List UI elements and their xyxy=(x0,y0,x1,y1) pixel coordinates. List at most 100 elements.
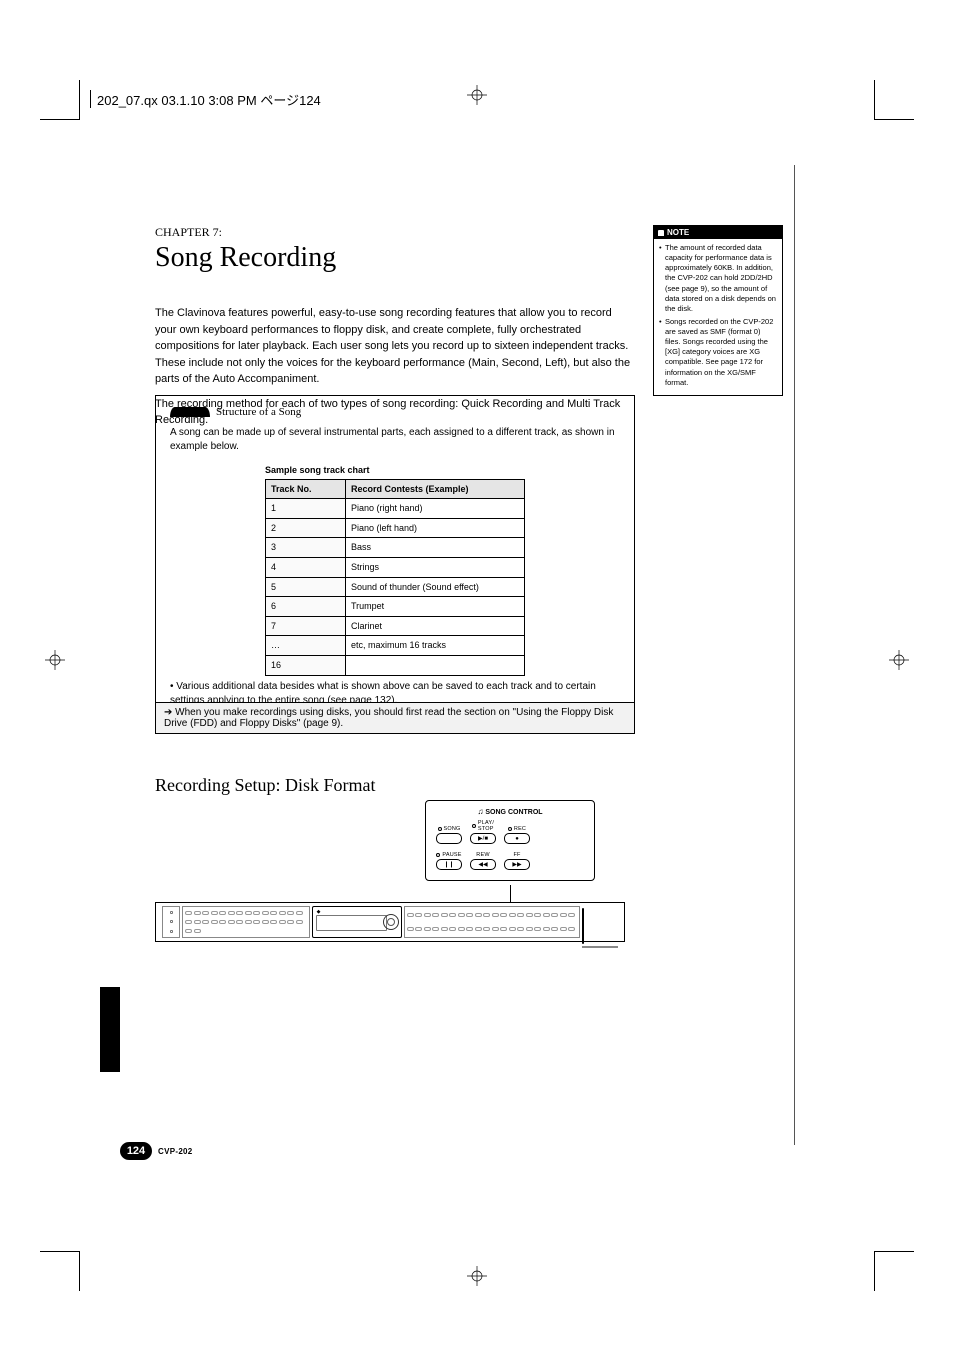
panel-mini-button xyxy=(517,913,524,917)
control-button: REC● xyxy=(504,826,530,844)
track-content: Strings xyxy=(346,557,525,577)
side-note-header: NOTE xyxy=(654,226,782,239)
panel-mini-button xyxy=(236,911,243,915)
section-tab xyxy=(100,987,120,1072)
button-icon: ● xyxy=(504,833,530,844)
track-no: 3 xyxy=(266,538,346,558)
panel-mini-button xyxy=(279,911,286,915)
panel-mini-button xyxy=(475,927,482,931)
panel-mini-button xyxy=(432,927,439,931)
panel-mini-button xyxy=(211,920,218,924)
panel-mini-button xyxy=(228,920,235,924)
registration-mark xyxy=(45,650,65,670)
panel-mini-button xyxy=(296,920,303,924)
button-icon: ◀◀ xyxy=(470,859,496,870)
track-no: 5 xyxy=(266,577,346,597)
panel-mini-button xyxy=(500,913,507,917)
led-icon xyxy=(508,827,512,831)
panel-mini-button xyxy=(270,911,277,915)
memo-icon xyxy=(170,407,210,417)
button-icon: ❙❙ xyxy=(436,859,462,870)
panel-mini-button xyxy=(415,913,422,917)
panel-mini-button xyxy=(279,920,286,924)
panel-mini-button xyxy=(560,927,567,931)
section-heading: Recording Setup: Disk Format xyxy=(155,775,375,796)
track-content: Piano (left hand) xyxy=(346,518,525,538)
track-content: Bass xyxy=(346,538,525,558)
led-icon xyxy=(472,824,476,828)
disk-note-box: ➔ When you make recordings using disks, … xyxy=(155,702,635,734)
data-dial-icon xyxy=(383,914,399,930)
panel-mini-button xyxy=(500,927,507,931)
panel-mini-button xyxy=(483,927,490,931)
control-button: REW◀◀ xyxy=(470,852,496,870)
table-row: 6Trumpet xyxy=(266,597,525,617)
panel-mini-button xyxy=(424,913,431,917)
memo-title: Structure of a Song xyxy=(216,406,301,418)
table-row: 2Piano (left hand) xyxy=(266,518,525,538)
track-no: 2 xyxy=(266,518,346,538)
panel-mini-button xyxy=(568,913,575,917)
track-table: Sample song track chart Track No. Record… xyxy=(265,464,525,676)
panel-mini-button xyxy=(407,913,414,917)
track-content xyxy=(346,655,525,675)
panel-mini-button xyxy=(449,927,456,931)
panel-mini-button xyxy=(551,913,558,917)
panel-mini-button xyxy=(526,927,533,931)
button-icon xyxy=(436,833,462,844)
callout-title: ♫ SONG CONTROL xyxy=(436,807,584,816)
track-content: Piano (right hand) xyxy=(346,499,525,519)
control-button: PAUSE❙❙ xyxy=(436,852,462,870)
table-header: Record Contests (Example) xyxy=(346,479,525,499)
keyboard-panel-diagram: ◆ xyxy=(155,902,625,942)
panel-mini-button xyxy=(262,911,269,915)
panel-mini-button xyxy=(262,920,269,924)
registration-mark xyxy=(467,1266,487,1286)
crop-mark xyxy=(874,1251,914,1291)
panel-mini-button xyxy=(432,913,439,917)
column-rule xyxy=(794,165,795,1145)
panel-mini-button xyxy=(228,911,235,915)
panel-mini-button xyxy=(560,913,567,917)
panel-buttons xyxy=(404,906,580,938)
panel-mini-button xyxy=(483,913,490,917)
panel-mini-button xyxy=(219,920,226,924)
note-pin-icon xyxy=(658,230,664,236)
table-row: 16 xyxy=(266,655,525,675)
chapter-overline: CHAPTER 7: xyxy=(155,225,635,240)
panel-mini-button xyxy=(415,927,422,931)
panel-mini-button xyxy=(424,927,431,931)
disk-note-text: ➔ When you make recordings using disks, … xyxy=(164,707,613,729)
panel-mini-button xyxy=(253,920,260,924)
panel-mini-button xyxy=(509,927,516,931)
panel-mini-button xyxy=(211,911,218,915)
track-no: 6 xyxy=(266,597,346,617)
panel-mini-button xyxy=(466,913,473,917)
model-label: CVP-202 xyxy=(158,1147,193,1156)
panel-mini-button xyxy=(551,927,558,931)
page-number-badge: 124 xyxy=(120,1142,152,1160)
panel-mini-button xyxy=(202,911,209,915)
led-icon xyxy=(436,853,440,857)
panel-mini-button xyxy=(526,913,533,917)
panel-mini-button xyxy=(466,927,473,931)
panel-buttons xyxy=(182,906,310,938)
panel-mini-button xyxy=(194,920,201,924)
prepress-header: 202_07.qx 03.1.10 3:08 PM ページ124 xyxy=(90,90,321,108)
registration-mark xyxy=(889,650,909,670)
table-row: …etc, maximum 16 tracks xyxy=(266,636,525,656)
panel-mini-button xyxy=(185,920,192,924)
track-content: Clarinet xyxy=(346,616,525,636)
track-content: Sound of thunder (Sound effect) xyxy=(346,577,525,597)
panel-mini-button xyxy=(517,927,524,931)
control-button: PLAY/ STOP▶/■ xyxy=(470,820,496,844)
panel-mini-button xyxy=(475,913,482,917)
button-icon: ▶▶ xyxy=(504,859,530,870)
panel-mini-button xyxy=(534,927,541,931)
table-row: 7Clarinet xyxy=(266,616,525,636)
table-row: 1Piano (right hand) xyxy=(266,499,525,519)
track-content: Trumpet xyxy=(346,597,525,617)
disk-slot-icon xyxy=(582,908,584,944)
intro-paragraph: The Clavinova features powerful, easy-to… xyxy=(155,305,635,388)
panel-mini-button xyxy=(492,927,499,931)
